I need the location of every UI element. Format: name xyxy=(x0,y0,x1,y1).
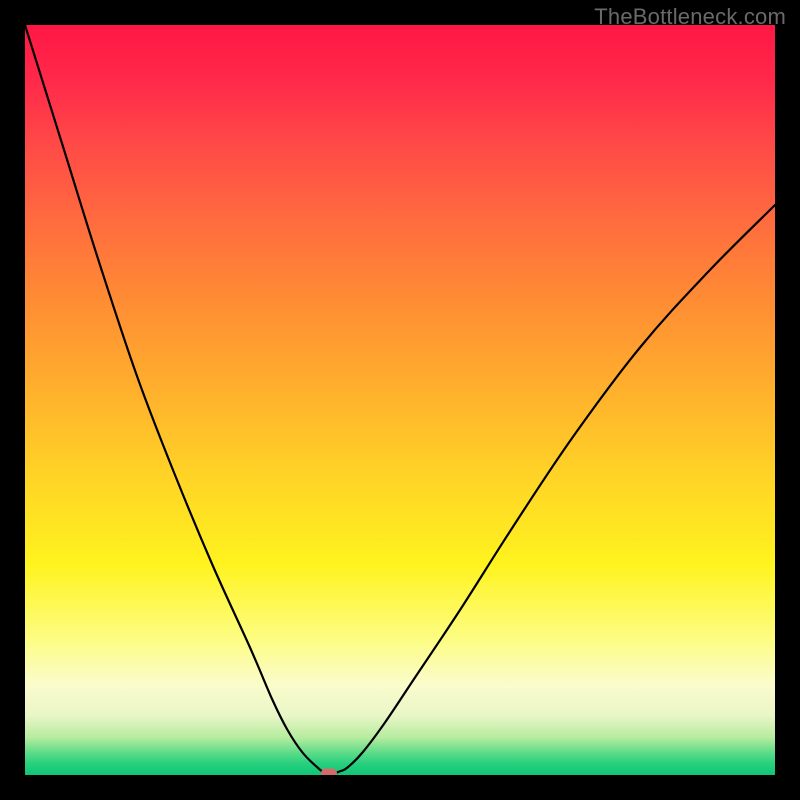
chart-frame: TheBottleneck.com xyxy=(0,0,800,800)
bottleneck-curve xyxy=(25,25,775,774)
watermark-text: TheBottleneck.com xyxy=(594,4,786,30)
optimum-marker xyxy=(321,768,337,775)
plot-area xyxy=(25,25,775,775)
curve-svg xyxy=(25,25,775,775)
